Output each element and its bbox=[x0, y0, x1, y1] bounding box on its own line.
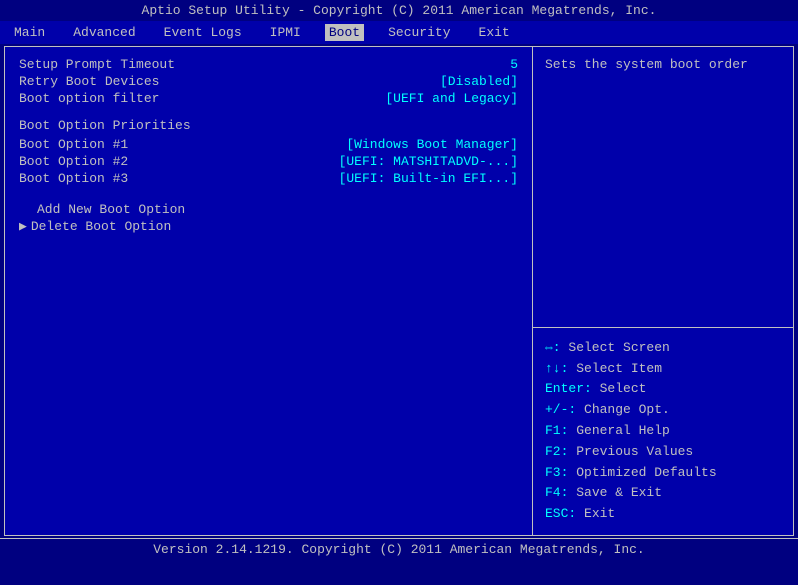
legend-key: Enter: bbox=[545, 381, 600, 396]
boot-option-value: [UEFI: Built-in EFI...] bbox=[339, 171, 518, 186]
footer: Version 2.14.1219. Copyright (C) 2011 Am… bbox=[0, 538, 798, 560]
boot-option-value: [Windows Boot Manager] bbox=[346, 137, 518, 152]
legend-key: F3: bbox=[545, 465, 576, 480]
legend-item: F3: Optimized Defaults bbox=[545, 463, 781, 484]
legend-item: ↑↓: Select Item bbox=[545, 359, 781, 380]
legend-desc: Previous Values bbox=[576, 444, 693, 459]
title-text: Aptio Setup Utility - Copyright (C) 2011… bbox=[142, 3, 657, 18]
menu-item-boot[interactable]: Boot bbox=[325, 24, 364, 41]
legend-item: F1: General Help bbox=[545, 421, 781, 442]
legend-desc: Change Opt. bbox=[584, 402, 670, 417]
sub-item[interactable]: ▶ Delete Boot Option bbox=[19, 219, 518, 234]
row-value: 5 bbox=[510, 57, 518, 72]
main-content: Setup Prompt Timeout 5 Retry Boot Devices [… bbox=[4, 46, 794, 536]
boot-option-row[interactable]: Boot Option #3 [UEFI: Built-in EFI...] bbox=[19, 171, 518, 186]
legend-desc: Save & Exit bbox=[576, 485, 662, 500]
menu-item-main[interactable]: Main bbox=[10, 24, 49, 41]
legend-item: ⇔: Select Screen bbox=[545, 338, 781, 359]
boot-option-row[interactable]: Boot Option #1 [Windows Boot Manager] bbox=[19, 137, 518, 152]
menu-item-exit[interactable]: Exit bbox=[475, 24, 514, 41]
legend-key: F2: bbox=[545, 444, 576, 459]
row-label: Setup Prompt Timeout bbox=[19, 57, 175, 72]
footer-text: Version 2.14.1219. Copyright (C) 2011 Am… bbox=[153, 542, 644, 557]
legend-key: ⇔: bbox=[545, 340, 568, 355]
row-label: Retry Boot Devices bbox=[19, 74, 159, 89]
legend-desc: Select Screen bbox=[568, 340, 669, 355]
section-header: Boot Option Priorities bbox=[19, 118, 518, 133]
boot-option-row[interactable]: Boot Option #2 [UEFI: MATSHITADVD-...] bbox=[19, 154, 518, 169]
legend-desc: Optimized Defaults bbox=[576, 465, 716, 480]
legend-desc: Select bbox=[600, 381, 647, 396]
legend-key: +/-: bbox=[545, 402, 584, 417]
help-text: Sets the system boot order bbox=[533, 47, 793, 328]
legend-desc: Select Item bbox=[576, 361, 662, 376]
legend: ⇔: Select Screen↑↓: Select ItemEnter: Se… bbox=[533, 328, 793, 535]
legend-item: F2: Previous Values bbox=[545, 442, 781, 463]
right-panel: Sets the system boot order ⇔: Select Scr… bbox=[533, 47, 793, 535]
menu-row[interactable]: Setup Prompt Timeout 5 bbox=[19, 57, 518, 72]
legend-key: ↑↓: bbox=[545, 361, 576, 376]
legend-item: F4: Save & Exit bbox=[545, 483, 781, 504]
menu-item-advanced[interactable]: Advanced bbox=[69, 24, 139, 41]
legend-item: +/-: Change Opt. bbox=[545, 400, 781, 421]
title-bar: Aptio Setup Utility - Copyright (C) 2011… bbox=[0, 0, 798, 21]
menu-item-security[interactable]: Security bbox=[384, 24, 454, 41]
boot-option-label: Boot Option #2 bbox=[19, 154, 128, 169]
menu-bar: Main Advanced Event Logs IPMI Boot Security Ex… bbox=[0, 21, 798, 44]
submenu-arrow-icon: ▶ bbox=[19, 219, 27, 234]
help-text-content: Sets the system boot order bbox=[545, 57, 748, 72]
sub-item-label: Add New Boot Option bbox=[37, 202, 185, 217]
sub-item-label: Delete Boot Option bbox=[31, 219, 171, 234]
legend-key: F1: bbox=[545, 423, 576, 438]
legend-item: Enter: Select bbox=[545, 379, 781, 400]
boot-option-label: Boot Option #3 bbox=[19, 171, 128, 186]
menu-row[interactable]: Boot option filter [UEFI and Legacy] bbox=[19, 91, 518, 106]
row-label: Boot option filter bbox=[19, 91, 159, 106]
boot-option-value: [UEFI: MATSHITADVD-...] bbox=[339, 154, 518, 169]
menu-item-ipmi[interactable]: IPMI bbox=[266, 24, 305, 41]
menu-item-event-logs[interactable]: Event Logs bbox=[160, 24, 246, 41]
left-panel: Setup Prompt Timeout 5 Retry Boot Devices [… bbox=[5, 47, 533, 535]
sub-item[interactable]: Add New Boot Option bbox=[19, 202, 518, 217]
legend-key: ESC: bbox=[545, 506, 584, 521]
legend-desc: Exit bbox=[584, 506, 615, 521]
boot-option-label: Boot Option #1 bbox=[19, 137, 128, 152]
legend-desc: General Help bbox=[576, 423, 670, 438]
row-value: [Disabled] bbox=[440, 74, 518, 89]
legend-key: F4: bbox=[545, 485, 576, 500]
legend-item: ESC: Exit bbox=[545, 504, 781, 525]
menu-row[interactable]: Retry Boot Devices [Disabled] bbox=[19, 74, 518, 89]
row-value: [UEFI and Legacy] bbox=[385, 91, 518, 106]
